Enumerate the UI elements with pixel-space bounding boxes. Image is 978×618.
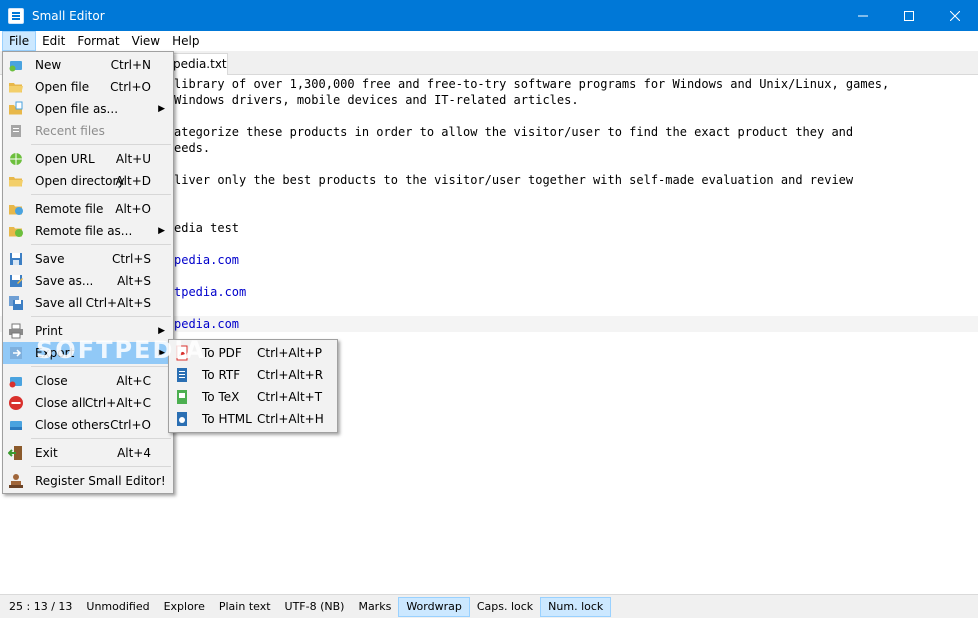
menu-item-remote-file[interactable]: Remote file Alt+O bbox=[3, 198, 173, 220]
menu-item-register[interactable]: Register Small Editor! bbox=[3, 470, 173, 492]
close-others-icon bbox=[10, 421, 22, 430]
menu-item-open-url[interactable]: Open URL Alt+U bbox=[3, 148, 173, 170]
menu-item-to-pdf[interactable]: To PDF Ctrl+Alt+P bbox=[169, 342, 337, 364]
open-url-icon bbox=[10, 153, 22, 165]
status-encoding[interactable]: UTF-8 (NB) bbox=[278, 597, 352, 617]
submenu-arrow-icon: ▶ bbox=[158, 104, 165, 114]
save-as-icon bbox=[10, 275, 23, 287]
export-icon bbox=[10, 347, 22, 359]
exit-icon bbox=[8, 446, 22, 460]
menu-item-open-file[interactable]: Open file Ctrl+O bbox=[3, 76, 173, 98]
new-file-icon bbox=[9, 61, 22, 72]
menu-item-open-directory[interactable]: Open directory Alt+D bbox=[3, 170, 173, 192]
status-explore[interactable]: Explore bbox=[157, 597, 212, 617]
recent-files-icon bbox=[11, 125, 21, 137]
rtf-icon bbox=[177, 368, 187, 382]
maximize-icon bbox=[904, 10, 914, 21]
menu-help[interactable]: Help bbox=[166, 31, 205, 51]
menu-item-export[interactable]: Export ▶ bbox=[3, 342, 173, 364]
open-file-icon bbox=[9, 83, 23, 93]
menu-item-recent-files[interactable]: Recent files bbox=[3, 120, 173, 142]
status-wordwrap[interactable]: Wordwrap bbox=[398, 596, 470, 617]
menu-item-exit[interactable]: Exit Alt+4 bbox=[3, 442, 173, 464]
open-directory-icon bbox=[9, 177, 23, 187]
submenu-arrow-icon: ▶ bbox=[158, 226, 165, 236]
close-window-button[interactable] bbox=[932, 0, 978, 31]
remote-file-as-icon bbox=[9, 227, 23, 237]
minimize-icon bbox=[858, 15, 868, 16]
menu-item-close[interactable]: Close Alt+C bbox=[3, 370, 173, 392]
status-syntax[interactable]: Plain text bbox=[212, 597, 278, 617]
menu-item-remote-file-as[interactable]: Remote file as... ▶ bbox=[3, 220, 173, 242]
close-all-icon bbox=[9, 396, 23, 410]
window-controls bbox=[840, 0, 978, 31]
menu-item-save-as[interactable]: Save as... Alt+S bbox=[3, 270, 173, 292]
status-num-lock: Num. lock bbox=[540, 596, 612, 617]
menu-item-to-html[interactable]: To HTML Ctrl+Alt+H bbox=[169, 408, 337, 430]
menu-item-new[interactable]: New Ctrl+N bbox=[3, 54, 173, 76]
menu-item-close-all[interactable]: Close all Ctrl+Alt+C bbox=[3, 392, 173, 414]
app-icon bbox=[8, 7, 24, 24]
window-title: Small Editor bbox=[32, 8, 105, 23]
editor-link-line[interactable]: pedia.com bbox=[174, 252, 239, 268]
editor-line: library of over 1,300,000 free and free-… bbox=[174, 77, 890, 91]
status-cursor-position: 25 : 13 / 13 bbox=[9, 599, 73, 613]
menu-format[interactable]: Format bbox=[71, 31, 125, 51]
editor-link-line[interactable]: pedia.com bbox=[174, 316, 239, 332]
editor-line: edia test bbox=[174, 221, 240, 235]
editor-line: ategorize these products in order to all… bbox=[174, 125, 854, 139]
maximize-button[interactable] bbox=[886, 0, 932, 31]
status-bar: 25 : 13 / 13 Unmodified Explore Plain te… bbox=[0, 594, 978, 618]
editor-link-line[interactable]: tpedia.com bbox=[174, 284, 246, 300]
menu-item-print[interactable]: Print ▶ bbox=[3, 320, 173, 342]
open-file-as-icon bbox=[9, 101, 23, 115]
status-modified: Unmodified bbox=[86, 599, 150, 613]
menu-edit[interactable]: Edit bbox=[36, 31, 71, 51]
minimize-button[interactable] bbox=[840, 0, 886, 31]
title-bar: Small Editor bbox=[0, 0, 978, 31]
editor-line: Windows drivers, mobile devices and IT-r… bbox=[174, 93, 579, 107]
export-submenu: To PDF Ctrl+Alt+P To RTF Ctrl+Alt+R To T… bbox=[168, 339, 338, 433]
print-icon bbox=[9, 323, 23, 339]
menu-item-close-others[interactable]: Close others Ctrl+O bbox=[3, 414, 173, 436]
menu-view[interactable]: View bbox=[126, 31, 166, 51]
save-icon bbox=[10, 253, 22, 265]
close-file-icon bbox=[9, 377, 22, 388]
submenu-arrow-icon: ▶ bbox=[158, 348, 165, 358]
submenu-arrow-icon: ▶ bbox=[158, 326, 165, 336]
file-menu: New Ctrl+N Open file Ctrl+O Open file as… bbox=[2, 51, 174, 494]
menu-item-to-tex[interactable]: To TeX Ctrl+Alt+T bbox=[169, 386, 337, 408]
register-icon bbox=[9, 474, 23, 488]
menu-file[interactable]: File bbox=[2, 31, 37, 51]
pdf-icon bbox=[176, 345, 188, 361]
menu-item-save-all[interactable]: Save all Ctrl+Alt+S bbox=[3, 292, 173, 314]
menu-item-save[interactable]: Save Ctrl+S bbox=[3, 248, 173, 270]
editor-line: eeds. bbox=[174, 141, 211, 155]
close-icon bbox=[950, 10, 960, 21]
remote-file-icon bbox=[9, 205, 23, 215]
status-marks[interactable]: Marks bbox=[351, 597, 398, 617]
tex-icon bbox=[177, 390, 187, 404]
editor-line: liver only the best products to the visi… bbox=[174, 173, 854, 187]
menu-item-open-file-as[interactable]: Open file as... ▶ bbox=[3, 98, 173, 120]
status-caps-lock: Caps. lock bbox=[476, 599, 534, 613]
save-all-icon bbox=[9, 296, 23, 310]
menu-bar: File Edit Format View Help bbox=[0, 31, 978, 51]
html-icon bbox=[177, 412, 187, 426]
menu-item-to-rtf[interactable]: To RTF Ctrl+Alt+R bbox=[169, 364, 337, 386]
